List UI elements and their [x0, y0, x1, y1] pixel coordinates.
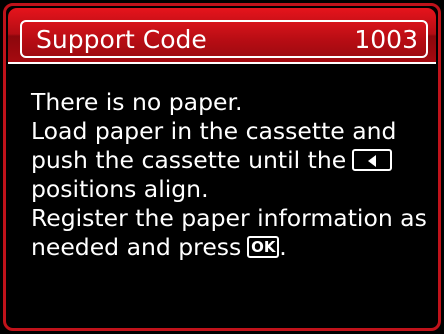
message-line-3-text: push the cassette until the: [31, 146, 347, 174]
message-line-6-text: needed and press: [31, 233, 242, 261]
support-code-title: Support Code: [36, 25, 207, 54]
header-title-bar: Support Code 1003: [20, 20, 428, 58]
message-line-6: needed and press OK.: [31, 233, 421, 262]
left-triangle-icon: [352, 148, 393, 171]
printer-lcd-screen: Support Code 1003 There is no paper. Loa…: [0, 0, 444, 334]
message-line-4: positions align.: [31, 175, 209, 203]
message-line-1: There is no paper.: [31, 88, 243, 116]
support-code-header: Support Code 1003: [8, 8, 436, 64]
message-line-5: Register the paper information as: [31, 204, 427, 232]
message-line-3: push the cassette until the: [31, 146, 421, 175]
ok-button-icon: OK: [247, 235, 280, 258]
message-line-6-period: .: [279, 233, 287, 261]
support-code-number: 1003: [354, 25, 418, 54]
error-message: There is no paper. Load paper in the cas…: [31, 88, 427, 262]
message-line-2: Load paper in the cassette and: [31, 117, 397, 145]
